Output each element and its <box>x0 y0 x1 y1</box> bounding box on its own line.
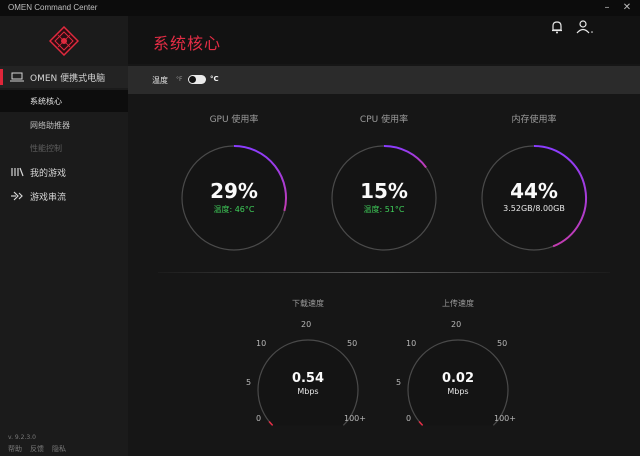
memory-usage-value: 44% <box>510 179 558 203</box>
cpu-usage-value: 15% <box>360 179 408 203</box>
upload-speed-value: 0.02 <box>441 371 475 386</box>
sidebar-item-label: OMEN 便携式电脑 <box>30 73 106 84</box>
celsius-label: °C <box>210 75 219 83</box>
cpu-usage-label: CPU 使用率 <box>359 115 409 125</box>
memory-amount: 3.52GB/8.00GB <box>503 204 565 213</box>
version-text: v. 9.2.3.0 <box>8 434 36 441</box>
help-link[interactable]: 帮助 <box>8 444 22 454</box>
sidebar-item-game-stream[interactable]: 游戏串流 <box>0 185 128 207</box>
sidebar-subitem-performance-control: 性能控制 <box>30 143 62 153</box>
sidebar-subitem-system-core[interactable]: 系统核心 <box>0 90 128 112</box>
upload-speed-unit: Mbps <box>447 387 469 396</box>
upload-tick-50: 50 <box>497 339 508 348</box>
laptop-icon <box>10 71 24 83</box>
sidebar-item-omen-laptop[interactable]: OMEN 便携式电脑 <box>0 66 128 88</box>
window-title: OMEN Command Center <box>8 3 98 12</box>
toggle-knob <box>189 76 196 83</box>
upload-tick-20: 20 <box>451 320 462 329</box>
download-tick-10: 10 <box>256 339 267 348</box>
memory-usage-label: 内存使用率 <box>511 115 557 125</box>
download-speed-unit: Mbps <box>297 387 319 396</box>
gpu-usage-label: GPU 使用率 <box>209 115 259 125</box>
footer-links: 帮助 反馈 隐私 <box>8 444 66 454</box>
title-bar: OMEN Command Center – ✕ <box>0 0 640 16</box>
download-tick-100: 100+ <box>344 414 366 423</box>
download-tick-20: 20 <box>301 320 312 329</box>
upload-tick-10: 10 <box>406 339 417 348</box>
game-library-icon <box>10 166 24 178</box>
privacy-link[interactable]: 隐私 <box>52 444 66 454</box>
temperature-unit-bar: 温度 °F °C <box>128 66 640 94</box>
upload-speed-label: 上传速度 <box>442 299 474 308</box>
feedback-link[interactable]: 反馈 <box>30 444 44 454</box>
upload-tick-5: 5 <box>396 378 402 387</box>
upload-tick-0: 0 <box>406 414 412 423</box>
bell-icon[interactable] <box>550 20 564 34</box>
sidebar: OMEN 便携式电脑 系统核心 网络助推器 性能控制 我的游戏 游戏串流 v. … <box>0 16 128 456</box>
gpu-temperature: 温度: 46°C <box>213 205 255 214</box>
download-tick-0: 0 <box>256 414 262 423</box>
gpu-usage-value: 29% <box>210 179 258 203</box>
page-header: 系统核心 <box>128 16 640 64</box>
temperature-label: 温度 <box>152 76 168 85</box>
sidebar-item-label: 游戏串流 <box>30 192 67 203</box>
user-account-icon[interactable] <box>576 20 594 34</box>
download-tick-5: 5 <box>246 378 252 387</box>
sidebar-item-my-games[interactable]: 我的游戏 <box>0 161 128 183</box>
sidebar-subitem-network-booster[interactable]: 网络助推器 <box>0 114 128 136</box>
sidebar-item-label: 我的游戏 <box>30 168 67 179</box>
temperature-unit-toggle[interactable] <box>188 75 206 84</box>
close-icon[interactable]: ✕ <box>620 1 634 15</box>
main-panel: 系统核心 温度 °F °C GPU 使用率 29% 温度: 46°C CPU 使… <box>128 16 640 456</box>
download-speed-label: 下载速度 <box>292 299 324 308</box>
section-divider <box>158 272 610 273</box>
upload-tick-100: 100+ <box>494 414 516 423</box>
cpu-temperature: 温度: 51°C <box>363 205 405 214</box>
download-speed-value: 0.54 <box>291 371 325 386</box>
omen-logo <box>49 26 79 56</box>
page-title: 系统核心 <box>153 34 222 53</box>
stream-icon <box>10 190 24 202</box>
download-tick-50: 50 <box>347 339 358 348</box>
fahrenheit-label: °F <box>176 76 183 83</box>
minimize-icon[interactable]: – <box>600 1 614 15</box>
